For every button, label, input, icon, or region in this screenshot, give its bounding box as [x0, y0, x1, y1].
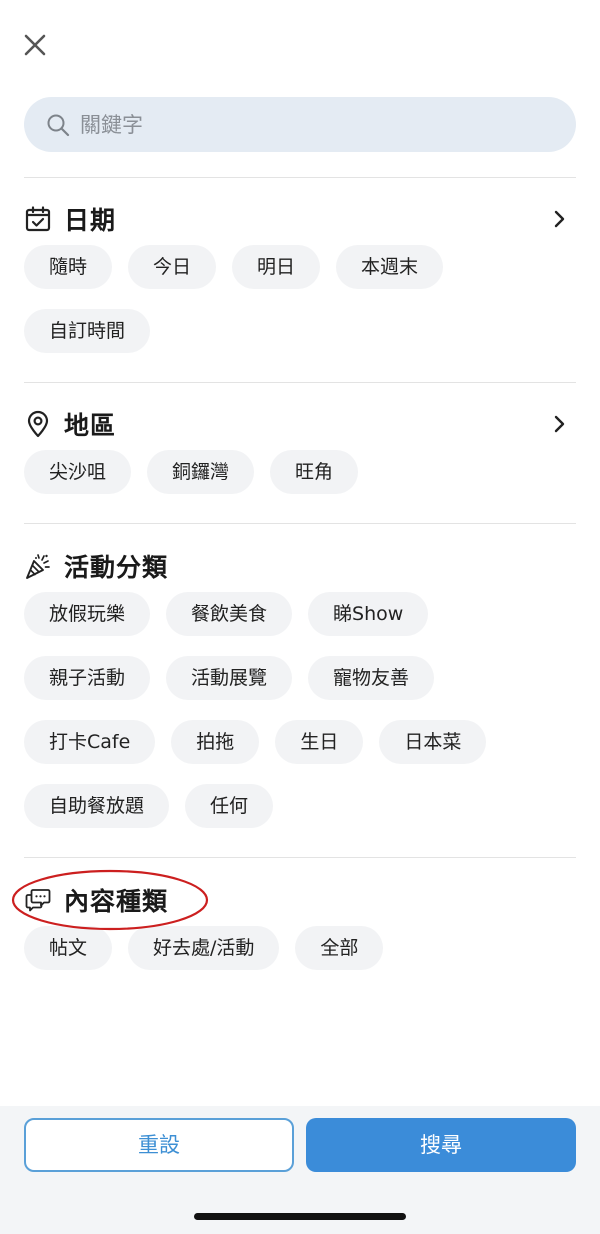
category-chip[interactable]: 日本菜 [379, 720, 487, 764]
date-chip-weekend[interactable]: 本週末 [336, 245, 444, 289]
area-chevron[interactable] [548, 413, 570, 435]
area-chip[interactable]: 旺角 [270, 450, 359, 494]
content-type-chip[interactable]: 好去處/活動 [128, 926, 280, 970]
area-chips: 尖沙咀 銅鑼灣 旺角 [24, 450, 576, 514]
content-type-chips: 帖文 好去處/活動 全部 [24, 926, 576, 990]
category-header: 活動分類 [24, 546, 576, 586]
home-indicator [194, 1213, 406, 1220]
divider [24, 857, 576, 858]
area-chip[interactable]: 尖沙咀 [24, 450, 132, 494]
chevron-right-icon [554, 210, 565, 228]
content-type-section: 內容種類 帖文 好去處/活動 全部 [24, 880, 576, 990]
area-header[interactable]: 地區 [24, 404, 576, 444]
reset-button[interactable]: 重設 [24, 1118, 294, 1172]
category-chip[interactable]: 放假玩樂 [24, 592, 151, 636]
party-popper-icon [26, 554, 50, 579]
search-icon [47, 114, 70, 136]
content-type-title: 內容種類 [64, 887, 169, 916]
category-chip[interactable]: 睇Show [308, 592, 429, 636]
search-button[interactable]: 搜尋 [306, 1118, 576, 1172]
close-button[interactable] [22, 32, 48, 58]
date-chip-anytime[interactable]: 隨時 [24, 245, 113, 289]
category-chip[interactable]: 打卡Cafe [24, 720, 156, 764]
search-input[interactable] [80, 104, 520, 145]
content-type-chip[interactable]: 全部 [295, 926, 384, 970]
category-chips: 放假玩樂 餐飲美食 睇Show 親子活動 活動展覽 寵物友善 打卡Cafe 拍拖… [24, 592, 576, 848]
date-title: 日期 [64, 206, 117, 235]
category-chip[interactable]: 活動展覽 [166, 656, 293, 700]
date-chip-custom[interactable]: 自訂時間 [24, 309, 151, 353]
date-chevron[interactable] [548, 208, 570, 230]
area-title: 地區 [64, 411, 117, 440]
calendar-check-icon [25, 206, 51, 232]
date-header[interactable]: 日期 [24, 199, 576, 239]
chevron-right-icon [554, 415, 565, 433]
area-section: 地區 尖沙咀 銅鑼灣 旺角 [24, 404, 576, 514]
category-chip[interactable]: 自助餐放題 [24, 784, 170, 828]
divider [24, 523, 576, 524]
chat-bubbles-icon [25, 889, 51, 912]
content-type-chip[interactable]: 帖文 [24, 926, 113, 970]
date-chips: 隨時 今日 明日 本週末 自訂時間 [24, 245, 576, 373]
filter-screen: 日期 隨時 今日 明日 本週末 自訂時間 地區 [0, 0, 600, 1234]
divider [24, 382, 576, 383]
content-type-header: 內容種類 [24, 880, 576, 920]
category-chip[interactable]: 任何 [185, 784, 274, 828]
category-chip[interactable]: 寵物友善 [308, 656, 435, 700]
date-section: 日期 隨時 今日 明日 本週末 自訂時間 [24, 199, 576, 373]
category-section: 活動分類 放假玩樂 餐飲美食 睇Show 親子活動 活動展覽 寵物友善 打卡Ca… [24, 546, 576, 848]
date-chip-tomorrow[interactable]: 明日 [232, 245, 321, 289]
close-icon [24, 34, 46, 56]
category-chip[interactable]: 生日 [275, 720, 364, 764]
divider [24, 177, 576, 178]
category-chip[interactable]: 餐飲美食 [166, 592, 293, 636]
category-title: 活動分類 [64, 553, 169, 582]
location-pin-icon [27, 410, 49, 438]
date-chip-today[interactable]: 今日 [128, 245, 217, 289]
area-chip[interactable]: 銅鑼灣 [147, 450, 255, 494]
search-bar[interactable] [24, 97, 576, 152]
category-chip[interactable]: 親子活動 [24, 656, 151, 700]
category-chip[interactable]: 拍拖 [171, 720, 260, 764]
